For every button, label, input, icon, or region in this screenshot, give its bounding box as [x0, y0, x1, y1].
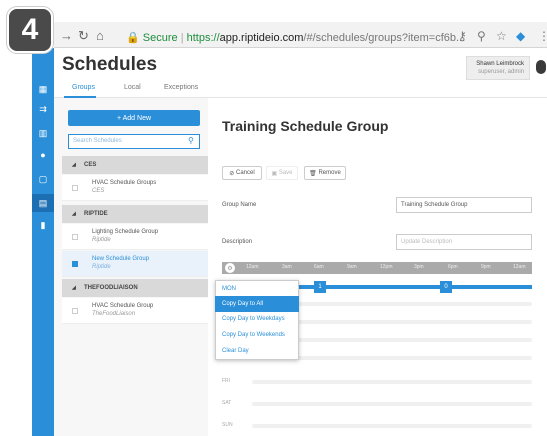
- tab-exceptions[interactable]: Exceptions: [164, 84, 198, 91]
- alarm-icon[interactable]: ●: [32, 146, 54, 164]
- day-label: FRI: [222, 378, 231, 384]
- menu-item-copy-day-to-weekdays[interactable]: Copy Day to Weekdays: [215, 311, 299, 327]
- secure-label: Secure: [142, 32, 178, 44]
- user-name: Shawn Leimbrock: [476, 61, 524, 67]
- timeline-label: 12pm: [380, 264, 393, 270]
- search-schedules-input[interactable]: Search Schedules: [68, 134, 200, 149]
- timeline-label: 3am: [282, 264, 292, 270]
- remove-button[interactable]: 🗑 Remove: [304, 166, 346, 180]
- description-input[interactable]: Update Description: [396, 234, 532, 250]
- lock-icon: 🔒: [126, 32, 140, 44]
- list-item-selected[interactable]: New Schedule Group Riptide: [62, 251, 208, 277]
- timeline-label: 12am: [513, 264, 526, 270]
- tab-local[interactable]: Local: [124, 84, 141, 91]
- timeline-label: 12am: [246, 264, 259, 270]
- tab-groups[interactable]: Groups: [72, 84, 95, 91]
- item-name: HVAC Schedule Groups: [92, 180, 157, 186]
- star-icon[interactable]: ☆: [496, 29, 507, 43]
- save-label: Save: [278, 170, 293, 176]
- collapse-triangle-icon: ◢: [72, 211, 76, 217]
- item-checkbox[interactable]: [72, 185, 78, 191]
- group-name-input[interactable]: Training Schedule Group: [396, 197, 532, 213]
- avatar[interactable]: [536, 60, 546, 74]
- group-name: RIPTIDE: [84, 211, 108, 217]
- chart-icon[interactable]: ▥: [32, 124, 54, 142]
- timeline-label: 6pm: [448, 264, 458, 270]
- item-sub: Riptide: [92, 264, 111, 270]
- url-scheme: https://: [186, 32, 220, 44]
- item-sub: CES: [92, 188, 105, 194]
- list-item[interactable]: Lighting Schedule Group Riptide: [62, 224, 208, 250]
- cancel-label: Cancel: [236, 170, 255, 176]
- day-label: SAT: [222, 400, 232, 406]
- search-icon[interactable]: ⚲: [188, 136, 194, 145]
- item-name: HVAC Schedule Group: [92, 303, 154, 309]
- item-name: New Schedule Group: [92, 256, 150, 262]
- list-item[interactable]: HVAC Schedule Group TheFoodLiaison: [62, 298, 208, 324]
- item-sub: Riptide: [92, 237, 111, 243]
- timeline-label: 9pm: [481, 264, 491, 270]
- extension-icon[interactable]: ◆: [516, 29, 525, 43]
- timeline-label: 9am: [347, 264, 357, 270]
- reload-icon[interactable]: ↻: [78, 28, 89, 44]
- item-sub: TheFoodLiaison: [92, 311, 136, 317]
- timeline-label: 3pm: [414, 264, 424, 270]
- url-host: app.riptideio.com: [219, 32, 304, 44]
- day-track[interactable]: [252, 424, 532, 428]
- group-header-thefoodliaison[interactable]: ◢ THEFOODLIAISON: [62, 279, 208, 297]
- settings-icon[interactable]: ▮: [32, 216, 54, 234]
- menu-item-copy-day-to-all[interactable]: Copy Day to All: [215, 296, 299, 312]
- menu-item-clear-day[interactable]: Clear Day: [215, 343, 299, 359]
- schedule-group-title: Training Schedule Group: [222, 118, 389, 134]
- timeline-settings-gear-icon[interactable]: ⚙: [225, 263, 235, 273]
- cancel-button[interactable]: ⊘ Cancel: [222, 166, 262, 180]
- add-new-button[interactable]: + Add New: [68, 110, 200, 126]
- group-name-label: Group Name: [222, 202, 257, 208]
- user-role: superuser, admin: [477, 69, 524, 75]
- schedules-icon[interactable]: ▤: [32, 194, 54, 212]
- save-button[interactable]: ▣ Save: [266, 166, 298, 180]
- item-checkbox[interactable]: [72, 261, 78, 267]
- menu-item-copy-day-to-weekends[interactable]: Copy Day to Weekends: [215, 327, 299, 343]
- collapse-triangle-icon: ◢: [72, 162, 76, 168]
- day-track[interactable]: [252, 380, 532, 384]
- day-row-sat[interactable]: SAT: [222, 400, 532, 408]
- description-label: Description: [222, 239, 253, 245]
- day-row-sun[interactable]: SUN: [222, 422, 532, 430]
- day-track[interactable]: [252, 402, 532, 406]
- cancel-icon: ⊘: [229, 170, 235, 177]
- list-item[interactable]: HVAC Schedule Groups CES: [62, 175, 208, 201]
- network-icon[interactable]: ⇉: [32, 100, 54, 118]
- collapse-triangle-icon: ◢: [72, 285, 76, 291]
- home-icon[interactable]: ⌂: [96, 28, 104, 43]
- remove-label: Remove: [318, 170, 341, 176]
- step-number-badge: 4: [7, 7, 53, 53]
- item-checkbox[interactable]: [72, 234, 78, 240]
- group-header-riptide[interactable]: ◢ RIPTIDE: [62, 205, 208, 223]
- trash-icon: 🗑: [309, 170, 317, 177]
- user-card[interactable]: Shawn Leimbrock superuser, admin: [466, 56, 530, 80]
- menu-item-mon[interactable]: MON: [215, 281, 299, 297]
- timeline-label: 6am: [314, 264, 324, 270]
- schedule-marker-off[interactable]: 0: [440, 281, 452, 293]
- item-name: Lighting Schedule Group: [92, 229, 159, 235]
- day-label: SUN: [222, 422, 233, 428]
- group-name: CES: [84, 162, 97, 168]
- group-header-ces[interactable]: ◢ CES: [62, 156, 208, 174]
- device-icon[interactable]: ▢: [32, 170, 54, 188]
- menu-icon[interactable]: ⋮: [538, 29, 547, 43]
- schedule-marker-on[interactable]: 1: [314, 281, 326, 293]
- day-row-fri[interactable]: FRI: [222, 378, 532, 386]
- zoom-icon[interactable]: ⚲: [477, 29, 486, 43]
- group-name: THEFOODLIAISON: [84, 285, 138, 291]
- item-checkbox[interactable]: [72, 308, 78, 314]
- page-title: Schedules: [62, 54, 158, 75]
- url-path: /#/schedules/groups?item=cf6b...: [303, 32, 466, 44]
- save-icon: ▣: [271, 170, 278, 177]
- forward-arrow-icon[interactable]: →: [60, 28, 73, 43]
- key-icon[interactable]: ⚷: [458, 29, 467, 43]
- browser-url[interactable]: 🔒 Secure | https://app.riptideio.com/#/s…: [126, 31, 465, 44]
- dashboard-icon[interactable]: ▦: [32, 80, 54, 98]
